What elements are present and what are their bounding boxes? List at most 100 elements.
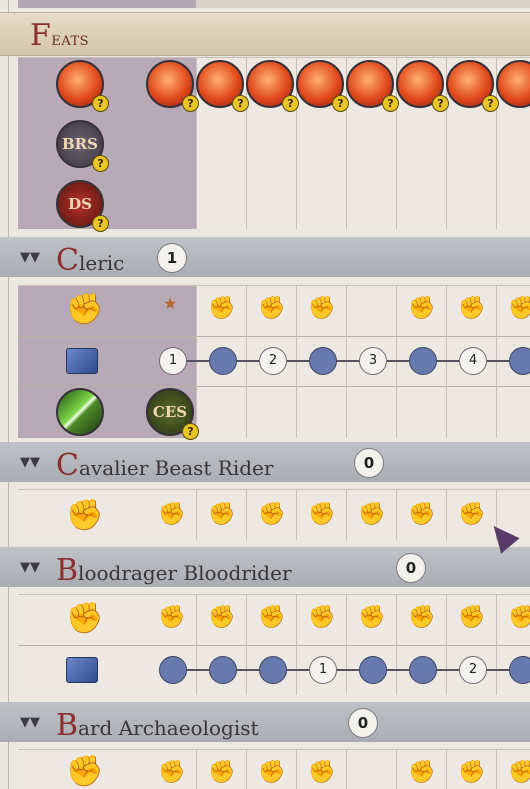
spell-slot-node[interactable] (359, 656, 387, 684)
ability-placeholder-icon: ✊ (458, 605, 486, 630)
spell-slot-node[interactable] (509, 656, 530, 684)
ability-placeholder-icon: ✊ (408, 296, 436, 321)
class-title: Bard Archaeologist (56, 708, 259, 743)
ability-placeholder-icon: ✊ (308, 296, 336, 321)
bard-section-header[interactable]: ▼▼ Bard Archaeologist 0 (0, 702, 530, 743)
feats-grid: ? BRS? DS? ? ? ? ? ? ? ? ? (18, 57, 530, 232)
cleric-section-header[interactable]: ▼▼ Cleric 1 (0, 237, 530, 278)
ces-feat-icon[interactable]: CES? (146, 388, 199, 440)
level-header-strip (18, 0, 530, 8)
spell-slot-node[interactable] (209, 656, 237, 684)
class-title: Bloodrager Bloodrider (56, 553, 292, 588)
ability-placeholder-icon: ✊ (358, 605, 386, 630)
feat-abbrev-text: BRS (62, 135, 98, 153)
spell-slot-node[interactable] (409, 347, 437, 375)
ability-placeholder-icon: ✊ (358, 502, 386, 527)
bard-grid: ✊ ✊ ✊ ✊ ✊ ✊ ✊ ✊ (18, 749, 530, 789)
ability-placeholder-icon: ✊ (408, 760, 436, 785)
level-up-planner: Feats ? BRS? DS? ? ? ? ? ? ? ? ? ▼▼ Cler… (0, 0, 530, 789)
ds-feat-icon[interactable]: DS? (56, 180, 109, 232)
ability-fist-icon[interactable]: ✊ (66, 498, 103, 533)
fist-feat-icon[interactable]: ? (56, 60, 109, 112)
fist-feat-icon[interactable]: ? (396, 60, 449, 112)
unknown-badge: ? (282, 95, 299, 112)
feat-abbrev-text: CES (152, 403, 188, 421)
ability-placeholder-icon: ✊ (158, 760, 186, 785)
spell-slot-node[interactable] (509, 347, 530, 375)
unknown-badge: ? (92, 215, 109, 232)
feats-title: Feats (30, 18, 90, 53)
spell-slot-node[interactable] (209, 347, 237, 375)
spellbook-icon[interactable] (66, 657, 98, 683)
spell-slot-node[interactable]: 1 (309, 656, 337, 684)
unknown-badge: ? (332, 95, 349, 112)
collapse-chevron-icon[interactable]: ▼▼ (20, 250, 46, 265)
ability-placeholder-icon: ✊ (308, 502, 336, 527)
ability-upgrade-icon: ★ (163, 294, 178, 313)
fist-feat-icon[interactable]: ? (346, 60, 399, 112)
collapse-chevron-icon[interactable]: ▼▼ (20, 715, 46, 730)
bloodrager-grid: ✊ ✊ ✊ ✊ ✊ ✊ ✊ ✊ ✊ 1 2 (18, 594, 530, 695)
spell-slot-node[interactable] (409, 656, 437, 684)
ability-placeholder-icon: ✊ (158, 502, 186, 527)
unknown-badge: ? (182, 423, 199, 440)
ability-placeholder-icon: ✊ (208, 296, 236, 321)
cleric-grid: ✊ ★ ✊ ✊ ✊ ✊ ✊ ✊ 1 2 3 4 CES? (18, 285, 530, 440)
unknown-badge: ? (182, 95, 199, 112)
ability-placeholder-icon: ✊ (458, 502, 486, 527)
unknown-badge: ? (432, 95, 449, 112)
class-level-count-badge: 0 (354, 448, 384, 478)
bloodrager-section-header[interactable]: ▼▼ Bloodrager Bloodrider 0 (0, 547, 530, 588)
ability-placeholder-icon: ✊ (458, 760, 486, 785)
ability-placeholder-icon: ✊ (508, 760, 530, 785)
ability-placeholder-icon: ✊ (408, 605, 436, 630)
class-title: Cleric (56, 243, 125, 278)
spell-slot-node[interactable]: 3 (359, 347, 387, 375)
class-level-count-badge: 1 (157, 243, 187, 273)
feats-section-header: Feats (0, 12, 530, 56)
fist-feat-icon[interactable]: ? (196, 60, 249, 112)
collapse-chevron-icon[interactable]: ▼▼ (20, 455, 46, 470)
spell-slot-node[interactable]: 1 (159, 347, 187, 375)
ability-fist-icon[interactable]: ✊ (66, 292, 103, 327)
spell-slot-node[interactable]: 2 (459, 656, 487, 684)
ability-fist-icon[interactable]: ✊ (66, 601, 103, 636)
spell-slot-node[interactable] (259, 656, 287, 684)
channel-energy-icon[interactable] (56, 388, 104, 436)
ability-placeholder-icon: ✊ (258, 502, 286, 527)
cavalier-grid: ✊ ✊ ✊ ✊ ✊ ✊ ✊ ✊ (18, 489, 530, 540)
class-title: Cavalier Beast Rider (56, 448, 274, 483)
left-border-line (8, 0, 9, 789)
class-level-count-badge: 0 (396, 553, 426, 583)
spell-slot-node[interactable] (309, 347, 337, 375)
ability-placeholder-icon: ✊ (508, 296, 530, 321)
ability-placeholder-icon: ✊ (208, 605, 236, 630)
ability-placeholder-icon: ✊ (158, 605, 186, 630)
spell-slot-node[interactable]: 4 (459, 347, 487, 375)
ability-placeholder-icon: ✊ (458, 296, 486, 321)
spell-slot-node[interactable] (159, 656, 187, 684)
spellbook-icon[interactable] (66, 348, 98, 374)
unknown-badge: ? (382, 95, 399, 112)
fist-feat-icon[interactable]: ? (296, 60, 349, 112)
fist-feat-icon[interactable]: ? (146, 60, 199, 112)
ability-placeholder-icon: ✊ (308, 760, 336, 785)
cavalier-section-header[interactable]: ▼▼ Cavalier Beast Rider 0 (0, 442, 530, 483)
collapse-chevron-icon[interactable]: ▼▼ (20, 560, 46, 575)
ability-fist-icon[interactable]: ✊ (66, 754, 103, 789)
ability-placeholder-icon: ✊ (208, 760, 236, 785)
ability-placeholder-icon: ✊ (508, 605, 530, 630)
spell-slot-node[interactable]: 2 (259, 347, 287, 375)
class-level-count-badge: 0 (348, 708, 378, 738)
unknown-badge: ? (482, 95, 499, 112)
fist-feat-icon[interactable]: ? (246, 60, 299, 112)
fist-feat-icon[interactable]: ? (446, 60, 499, 112)
brs-feat-icon[interactable]: BRS? (56, 120, 109, 172)
ability-placeholder-icon: ✊ (258, 760, 286, 785)
feat-abbrev-text: DS (68, 195, 92, 213)
unknown-badge: ? (232, 95, 249, 112)
ability-placeholder-icon: ✊ (308, 605, 336, 630)
ability-placeholder-icon: ✊ (258, 296, 286, 321)
unknown-badge: ? (92, 95, 109, 112)
ability-placeholder-icon: ✊ (258, 605, 286, 630)
